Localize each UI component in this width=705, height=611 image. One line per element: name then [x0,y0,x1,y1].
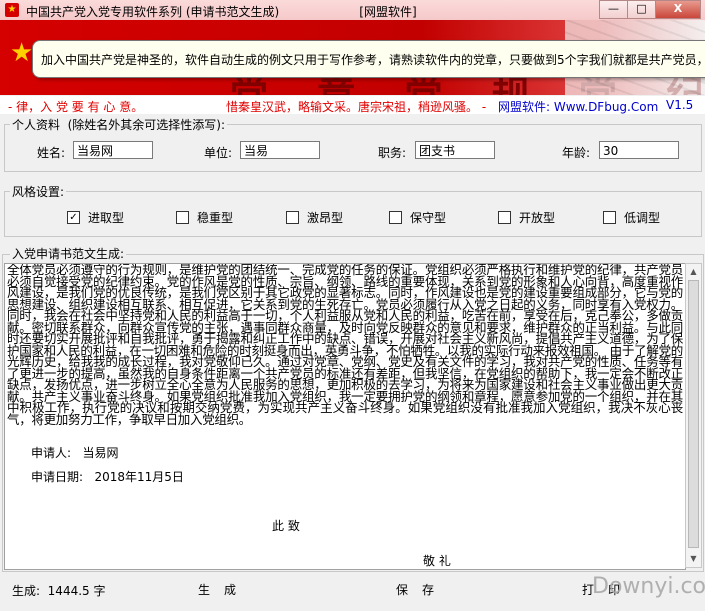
unit-label: 单位: [204,146,233,160]
window-title: 中国共产党入党专用软件系列 (申请书范文生成) [网盟软件] [26,5,417,19]
info-tooltip: 加入中国共产党是神圣的，软件自动生成的例文只用于写作参考，请熟读软件内的党章，只… [32,40,705,78]
slogan-left: - 律，入 党 要 有 心 意。 [8,100,144,114]
duty-input[interactable]: 团支书 [415,141,495,159]
style-settings-legend: 风格设置: [10,183,67,200]
name-label: 姓名: [37,146,66,160]
style-option-steady[interactable]: 稳重型 [176,209,233,226]
editor-scrollbar[interactable]: ▲ ▼ [685,263,702,568]
checkbox-checked-icon[interactable]: ✓ [67,211,80,224]
salutation-cizhi: 此 致 [272,519,300,533]
scrollbar-thumb[interactable] [688,280,699,548]
duty-label: 职务: [378,146,407,160]
checkbox-icon[interactable] [498,211,511,224]
style-option-aggressive[interactable]: ✓ 进取型 [67,209,124,226]
website-link[interactable]: 网盟软件: Www.DFbug.Com [498,98,658,115]
scroll-down-arrow-icon[interactable]: ▼ [686,551,701,567]
version-label: V1.5 [666,98,694,112]
minimize-button[interactable]: — [599,0,628,19]
close-button[interactable]: X [655,0,701,19]
word-count: 生成: 1444.5 字 [12,584,106,598]
scroll-up-arrow-icon[interactable]: ▲ [686,264,701,280]
style-option-label: 稳重型 [197,211,234,225]
age-label: 年龄: [562,146,591,160]
application-date-line: 申请日期: 2018年11月5日 [31,470,184,484]
slogan-bar: - 律，入 党 要 有 心 意。 惜秦皇汉武，略输文采。唐宗宋祖，稍逊风骚。 -… [0,96,705,114]
age-input[interactable]: 30 [599,141,679,159]
style-option-label: 进取型 [88,211,125,225]
app-star-icon: ★ [5,3,19,17]
style-option-label: 开放型 [519,211,556,225]
name-input[interactable]: 当易网 [73,141,153,159]
checkbox-icon[interactable] [286,211,299,224]
save-button[interactable]: 保存 [380,576,450,604]
tooltip-text: 加入中国共产党是神圣的，软件自动生成的例文只用于写作参考，请熟读软件内的党章，只… [41,53,705,67]
checkbox-icon[interactable] [176,211,189,224]
style-option-passionate[interactable]: 激昂型 [286,209,343,226]
application-body-text: 全体党员必须遵守的行为规则，是维护党的团结统一、完成党的任务的保证。党组织必须严… [7,263,683,427]
checkbox-icon[interactable] [603,211,616,224]
style-option-label: 低调型 [624,211,661,225]
style-option-lowkey[interactable]: 低调型 [603,209,660,226]
applicant-line: 申请人: 当易网 [31,446,119,460]
watermark: Downyi.com [592,574,705,599]
salutation-jingli: 敬 礼 [423,554,451,568]
style-option-conservative[interactable]: 保守型 [389,209,446,226]
slogan-middle: 惜秦皇汉武，略输文采。唐宗宋祖，稍逊风骚。 - [226,100,487,114]
style-option-label: 激昂型 [307,211,344,225]
maximize-button[interactable]: □ [627,0,656,19]
style-option-open[interactable]: 开放型 [498,209,555,226]
unit-input[interactable]: 当易 [240,141,320,159]
party-emblem-icon: ★ [10,38,34,68]
application-text-editor[interactable]: 全体党员必须遵守的行为规则，是维护党的团结统一、完成党的任务的保证。党组织必须严… [4,263,686,570]
personal-info-legend: 个人资料 (除姓名外其余可选择性添写): [10,116,228,133]
checkbox-icon[interactable] [389,211,402,224]
generated-legend: 入党申请书范文生成: [10,245,127,262]
window-controls: — □ X [599,0,701,19]
generate-button[interactable]: 生成 [182,576,252,604]
style-option-label: 保守型 [410,211,447,225]
title-bar: ★ 中国共产党入党专用软件系列 (申请书范文生成) [网盟软件] — □ X [0,0,705,21]
